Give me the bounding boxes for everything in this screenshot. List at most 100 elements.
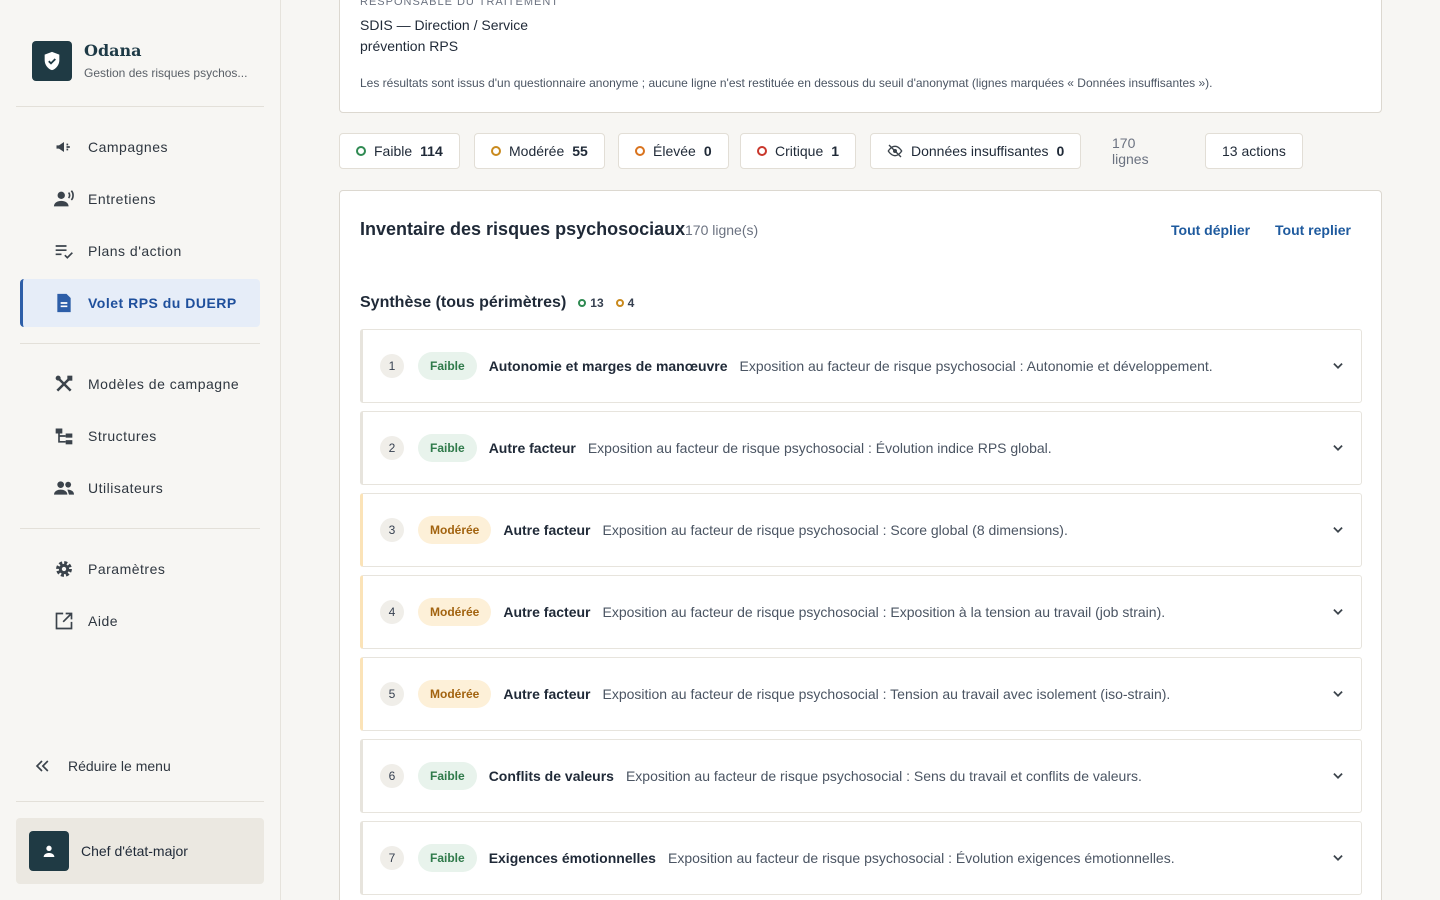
row-description: Exposition au facteur de risque psychoso… <box>739 358 1213 374</box>
row-number: 2 <box>380 436 404 460</box>
mid-count: 4 <box>627 296 635 310</box>
collapse-menu-button[interactable]: Réduire le menu <box>32 756 171 776</box>
nav-volet-rps[interactable]: Volet RPS du DUERP <box>20 279 260 327</box>
row-factor: Autre facteur <box>488 440 576 456</box>
risk-row[interactable]: 5 Modérée Autre facteur Exposition au fa… <box>360 657 1362 731</box>
section-title: Synthèse (tous périmètres) 13 4 <box>360 294 634 312</box>
row-number: 6 <box>380 764 404 788</box>
divider <box>16 106 264 107</box>
nav-parametres[interactable]: Paramètres <box>20 545 260 593</box>
row-description: Exposition au facteur de risque psychoso… <box>625 768 1142 784</box>
panel-title: Inventaire des risques psychosociaux <box>360 219 686 239</box>
nav-modeles[interactable]: Modèles de campagne <box>20 360 260 408</box>
chip-count: 0 <box>1056 143 1065 159</box>
tools-icon <box>52 372 76 396</box>
row-factor: Exigences émotionnelles <box>488 850 656 866</box>
chip-count: 1 <box>831 143 840 159</box>
panel-count: 170 ligne(s) <box>685 222 759 238</box>
chip-count: 0 <box>703 143 712 159</box>
person-voice-icon <box>52 187 76 211</box>
mid-count-badge: 4 <box>615 296 635 310</box>
nav-label: Volet RPS du DUERP <box>88 295 237 311</box>
chevron-down-icon[interactable] <box>1327 355 1349 377</box>
level-badge: Modérée <box>418 680 492 708</box>
nav-campagnes[interactable]: Campagnes <box>20 123 260 171</box>
nav-label: Structures <box>88 428 157 444</box>
nav-aide[interactable]: Aide <box>20 597 260 645</box>
level-badge: Faible <box>418 762 477 790</box>
info-value: SDIS — Direction / Service prévention RP… <box>360 17 529 54</box>
risk-row[interactable]: 4 Modérée Autre facteur Exposition au fa… <box>360 575 1362 649</box>
nav-label: Plans d'action <box>88 243 182 259</box>
nav-label: Modèles de campagne <box>88 376 240 392</box>
circle-icon <box>615 299 624 307</box>
row-factor: Conflits de valeurs <box>488 768 614 784</box>
chevron-down-icon[interactable] <box>1327 519 1349 541</box>
filter-elevee[interactable]: Élevée 0 <box>618 133 729 169</box>
actions-button[interactable]: 13 actions <box>1205 133 1303 169</box>
user-name: Chef d'état-major <box>81 843 188 859</box>
chip-count: 114 <box>420 143 443 159</box>
filter-critique[interactable]: Critique 1 <box>740 133 857 169</box>
circle-icon <box>491 146 501 156</box>
section-title-text: Synthèse (tous périmètres) <box>360 294 567 311</box>
risk-row[interactable]: 7 Faible Exigences émotionnelles Exposit… <box>360 821 1362 895</box>
chevron-down-icon[interactable] <box>1327 765 1349 787</box>
user-card[interactable]: Chef d'état-major <box>16 818 264 884</box>
row-description: Exposition au facteur de risque psychoso… <box>602 604 1166 620</box>
chip-label: Critique <box>775 143 824 159</box>
nav-label: Entretiens <box>88 191 157 207</box>
shield-check-icon <box>32 41 72 81</box>
nav-utilisateurs[interactable]: Utilisateurs <box>20 464 260 512</box>
document-icon <box>52 291 76 315</box>
expand-all-button[interactable]: Tout déplier <box>1171 222 1250 238</box>
filter-insuffisantes[interactable]: Données insuffisantes 0 <box>870 133 1082 169</box>
chevron-down-icon[interactable] <box>1327 601 1349 623</box>
circle-icon <box>578 299 587 307</box>
lines-count: 170 lignes <box>1112 135 1149 167</box>
hierarchy-icon <box>52 424 76 448</box>
collapse-label: Réduire le menu <box>68 758 171 774</box>
level-badge: Faible <box>418 352 477 380</box>
double-chevron-left-icon <box>32 756 52 776</box>
chevron-down-icon[interactable] <box>1327 683 1349 705</box>
collapse-all-button[interactable]: Tout replier <box>1275 222 1351 238</box>
filter-faible[interactable]: Faible 114 <box>339 133 460 169</box>
nav-label: Campagnes <box>88 139 168 155</box>
row-description: Exposition au facteur de risque psychoso… <box>667 850 1175 866</box>
chevron-down-icon[interactable] <box>1327 437 1349 459</box>
eye-off-icon <box>887 143 903 159</box>
row-factor: Autre facteur <box>503 604 591 620</box>
low-count: 13 <box>590 296 604 310</box>
nav-plans[interactable]: Plans d'action <box>20 227 260 275</box>
divider <box>16 801 264 802</box>
filter-moderee[interactable]: Modérée 55 <box>474 133 605 169</box>
chip-label: Élevée <box>653 143 696 159</box>
megaphone-icon <box>52 135 76 159</box>
row-number: 1 <box>380 354 404 378</box>
info-label: Responsable du traitement <box>360 0 559 8</box>
level-badge: Faible <box>418 434 477 462</box>
chevron-down-icon[interactable] <box>1327 847 1349 869</box>
circle-icon <box>356 146 366 156</box>
level-badge: Modérée <box>418 516 492 544</box>
nav-label: Paramètres <box>88 561 166 577</box>
circle-icon <box>635 146 645 156</box>
risk-row[interactable]: 2 Faible Autre facteur Exposition au fac… <box>360 411 1362 485</box>
risk-row[interactable]: 1 Faible Autonomie et marges de manœuvre… <box>360 329 1362 403</box>
row-number: 5 <box>380 682 404 706</box>
row-description: Exposition au facteur de risque psychoso… <box>602 522 1068 538</box>
nav-structures[interactable]: Structures <box>20 412 260 460</box>
gear-icon <box>52 557 76 581</box>
risk-row[interactable]: 3 Modérée Autre facteur Exposition au fa… <box>360 493 1362 567</box>
circle-icon <box>757 146 767 156</box>
brand-name: Odana <box>84 41 142 60</box>
chip-label: Faible <box>374 143 413 159</box>
inventory-panel: Inventaire des risques psychosociaux 170… <box>339 190 1382 900</box>
row-number: 7 <box>380 846 404 870</box>
nav-entretiens[interactable]: Entretiens <box>20 175 260 223</box>
anonymity-note: Les résultats sont issus d'un questionna… <box>360 76 1213 90</box>
row-factor: Autre facteur <box>503 686 591 702</box>
risk-row[interactable]: 6 Faible Conflits de valeurs Exposition … <box>360 739 1362 813</box>
brand[interactable]: Odana Gestion des risques psychos... <box>32 41 254 81</box>
